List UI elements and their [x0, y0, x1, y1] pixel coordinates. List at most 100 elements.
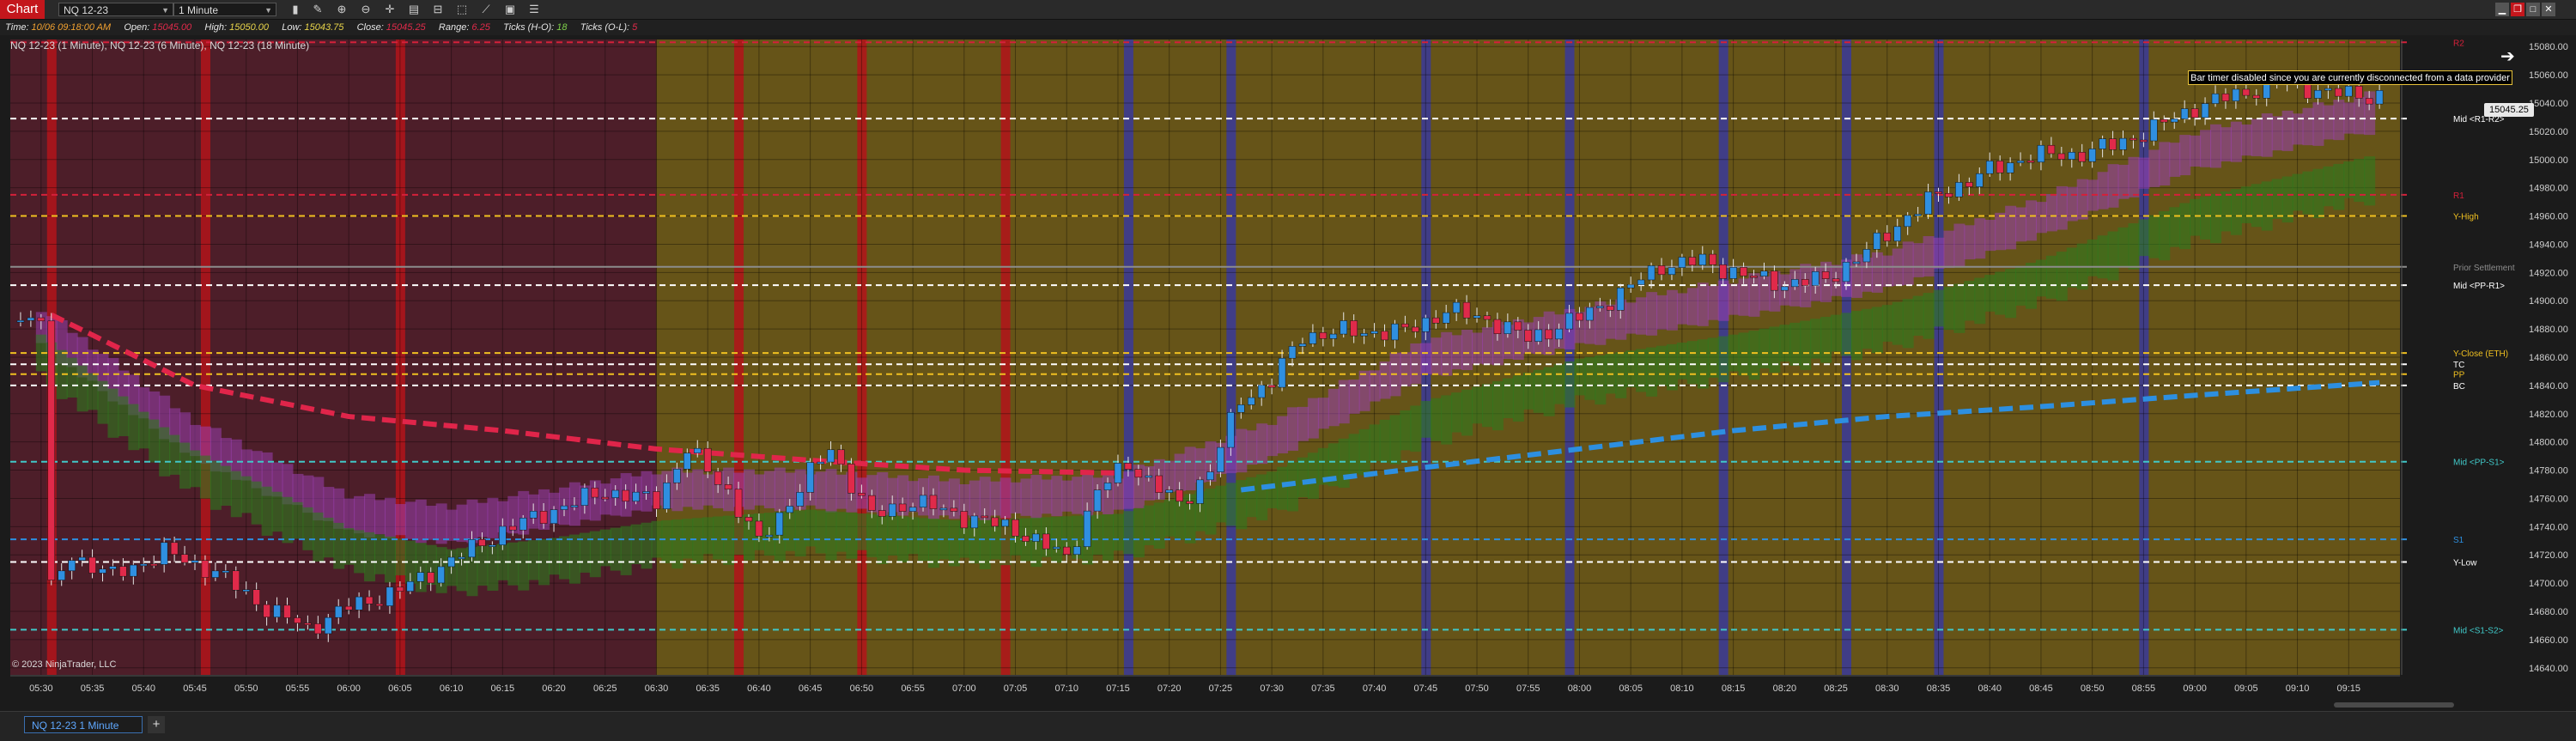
- candle-body: [365, 596, 374, 604]
- cloud-lower-band: [1625, 350, 1637, 388]
- templates-icon[interactable]: ⊟: [431, 3, 445, 16]
- range-label: Range:: [438, 22, 470, 33]
- instrument-selector[interactable]: NQ 12-23 ▼: [58, 3, 173, 16]
- cloud-lower-band: [1789, 322, 1801, 366]
- cloud-lower-band: [1646, 347, 1658, 397]
- level-label: R2: [2453, 39, 2464, 48]
- candle-body: [1545, 329, 1552, 340]
- y-tick-label: 14680.00: [2529, 607, 2568, 617]
- snapshot-icon[interactable]: ▣: [503, 3, 517, 16]
- y-tick-label: 14800.00: [2529, 438, 2568, 448]
- x-tick-label: 07:05: [1004, 683, 1028, 694]
- cloud-lower-band: [908, 517, 920, 555]
- cloud-upper-band: [1122, 471, 1134, 509]
- cloud-lower-band: [2159, 210, 2171, 261]
- candle-body: [1719, 264, 1727, 279]
- cloud-lower-band: [846, 513, 858, 559]
- x-tick-label: 07:20: [1157, 683, 1182, 694]
- cloud-upper-band: [2107, 164, 2119, 208]
- cloud-upper-band: [2190, 135, 2202, 167]
- y-tick-label: 14760.00: [2529, 494, 2568, 504]
- zoom-in-icon[interactable]: ⊕: [335, 3, 349, 16]
- close-button[interactable]: ✕: [2542, 3, 2555, 16]
- restore-button[interactable]: ❐: [2511, 3, 2524, 16]
- candle-body: [1709, 253, 1716, 265]
- cloud-upper-band: [2159, 142, 2171, 186]
- cloud-lower-band: [1103, 514, 1115, 561]
- crosshair-icon[interactable]: ✛: [383, 3, 397, 16]
- y-tick-label: 14900.00: [2529, 296, 2568, 307]
- candle-body: [1381, 331, 1388, 341]
- cloud-upper-band: [1697, 282, 1709, 326]
- cloud-lower-band: [2364, 156, 2376, 206]
- cloud-lower-band: [1738, 332, 1750, 376]
- cloud-lower-band: [1420, 400, 1432, 438]
- y-tick-label: 15000.00: [2529, 155, 2568, 166]
- candle-body: [1955, 182, 1963, 197]
- candle-body: [27, 317, 35, 321]
- candle-body: [1257, 385, 1266, 398]
- x-tick-label: 06:20: [542, 683, 566, 694]
- open-value: 15045.00: [152, 22, 192, 33]
- high-label: High:: [204, 22, 228, 33]
- candle-body: [868, 495, 876, 511]
- cloud-upper-band: [999, 477, 1012, 519]
- cloud-upper-band: [2056, 185, 2068, 230]
- interval-selector[interactable]: 1 Minute ▼: [173, 3, 276, 16]
- zoom-out-icon[interactable]: ⊖: [359, 3, 373, 16]
- candle-body: [468, 538, 476, 558]
- cloud-upper-band: [1010, 482, 1022, 513]
- y-tick-label: 14700.00: [2529, 579, 2568, 589]
- x-tick-label: 08:45: [2029, 683, 2053, 694]
- chevron-down-icon: ▼: [264, 6, 272, 15]
- cloud-lower-band: [1666, 343, 1678, 391]
- cloud-upper-band: [1051, 476, 1063, 517]
- cloud-lower-band: [1277, 466, 1289, 510]
- cloud-upper-band: [1030, 475, 1042, 519]
- horizontal-scrollbar[interactable]: [2334, 702, 2454, 708]
- candle-body: [1576, 313, 1583, 321]
- arrow-right-icon[interactable]: ➔: [2500, 46, 2515, 67]
- tab-nq-1-minute[interactable]: NQ 12-23 1 Minute: [24, 716, 143, 733]
- y-tick-label: 15040.00: [2529, 99, 2568, 109]
- candle-body: [2170, 118, 2178, 123]
- candle-body: [304, 623, 312, 625]
- cloud-lower-band: [1461, 389, 1473, 436]
- candle-body: [1288, 346, 1297, 359]
- candle-body: [2314, 89, 2322, 99]
- drawing-tools-icon[interactable]: ⟋: [479, 3, 493, 16]
- cloud-upper-band: [1923, 236, 1935, 277]
- candle-body: [1176, 489, 1183, 502]
- candle-body: [786, 506, 794, 513]
- cloud-lower-band: [1379, 419, 1391, 463]
- maximize-button[interactable]: □: [2526, 3, 2540, 16]
- chart-panel[interactable]: 15080.00 15060.00 15040.00 15020.00 15000.00…: [0, 36, 2576, 711]
- strategies-icon[interactable]: ⬚: [455, 3, 469, 16]
- cloud-lower-band: [2251, 184, 2263, 228]
- x-tick-label: 08:20: [1773, 683, 1797, 694]
- candle-body: [734, 489, 743, 518]
- candle-body: [1032, 533, 1040, 542]
- minimize-button[interactable]: ▁: [2495, 3, 2509, 16]
- candle-body: [2119, 137, 2127, 150]
- candle-body: [1904, 215, 1911, 228]
- properties-icon[interactable]: ▤: [407, 3, 421, 16]
- cloud-lower-band: [1861, 308, 1873, 349]
- cloud-lower-band: [2045, 255, 2057, 299]
- cloud-lower-band: [713, 516, 725, 560]
- cloud-upper-band: [1431, 337, 1443, 375]
- candle-body: [2129, 137, 2137, 141]
- x-tick-label: 07:15: [1106, 683, 1130, 694]
- cloud-lower-band: [2230, 189, 2242, 235]
- list-icon[interactable]: ☰: [527, 3, 541, 16]
- bar-type-icon[interactable]: ▮: [289, 3, 302, 16]
- pencil-icon[interactable]: ✎: [311, 3, 325, 16]
- cloud-upper-band: [487, 497, 499, 538]
- cloud-lower-band: [179, 442, 191, 489]
- candle-body: [878, 510, 886, 517]
- cloud-lower-band: [1431, 398, 1443, 441]
- cloud-upper-band: [815, 471, 827, 509]
- candle-body: [1462, 301, 1471, 319]
- add-tab-button[interactable]: +: [148, 716, 165, 733]
- x-tick-label: 06:25: [593, 683, 617, 694]
